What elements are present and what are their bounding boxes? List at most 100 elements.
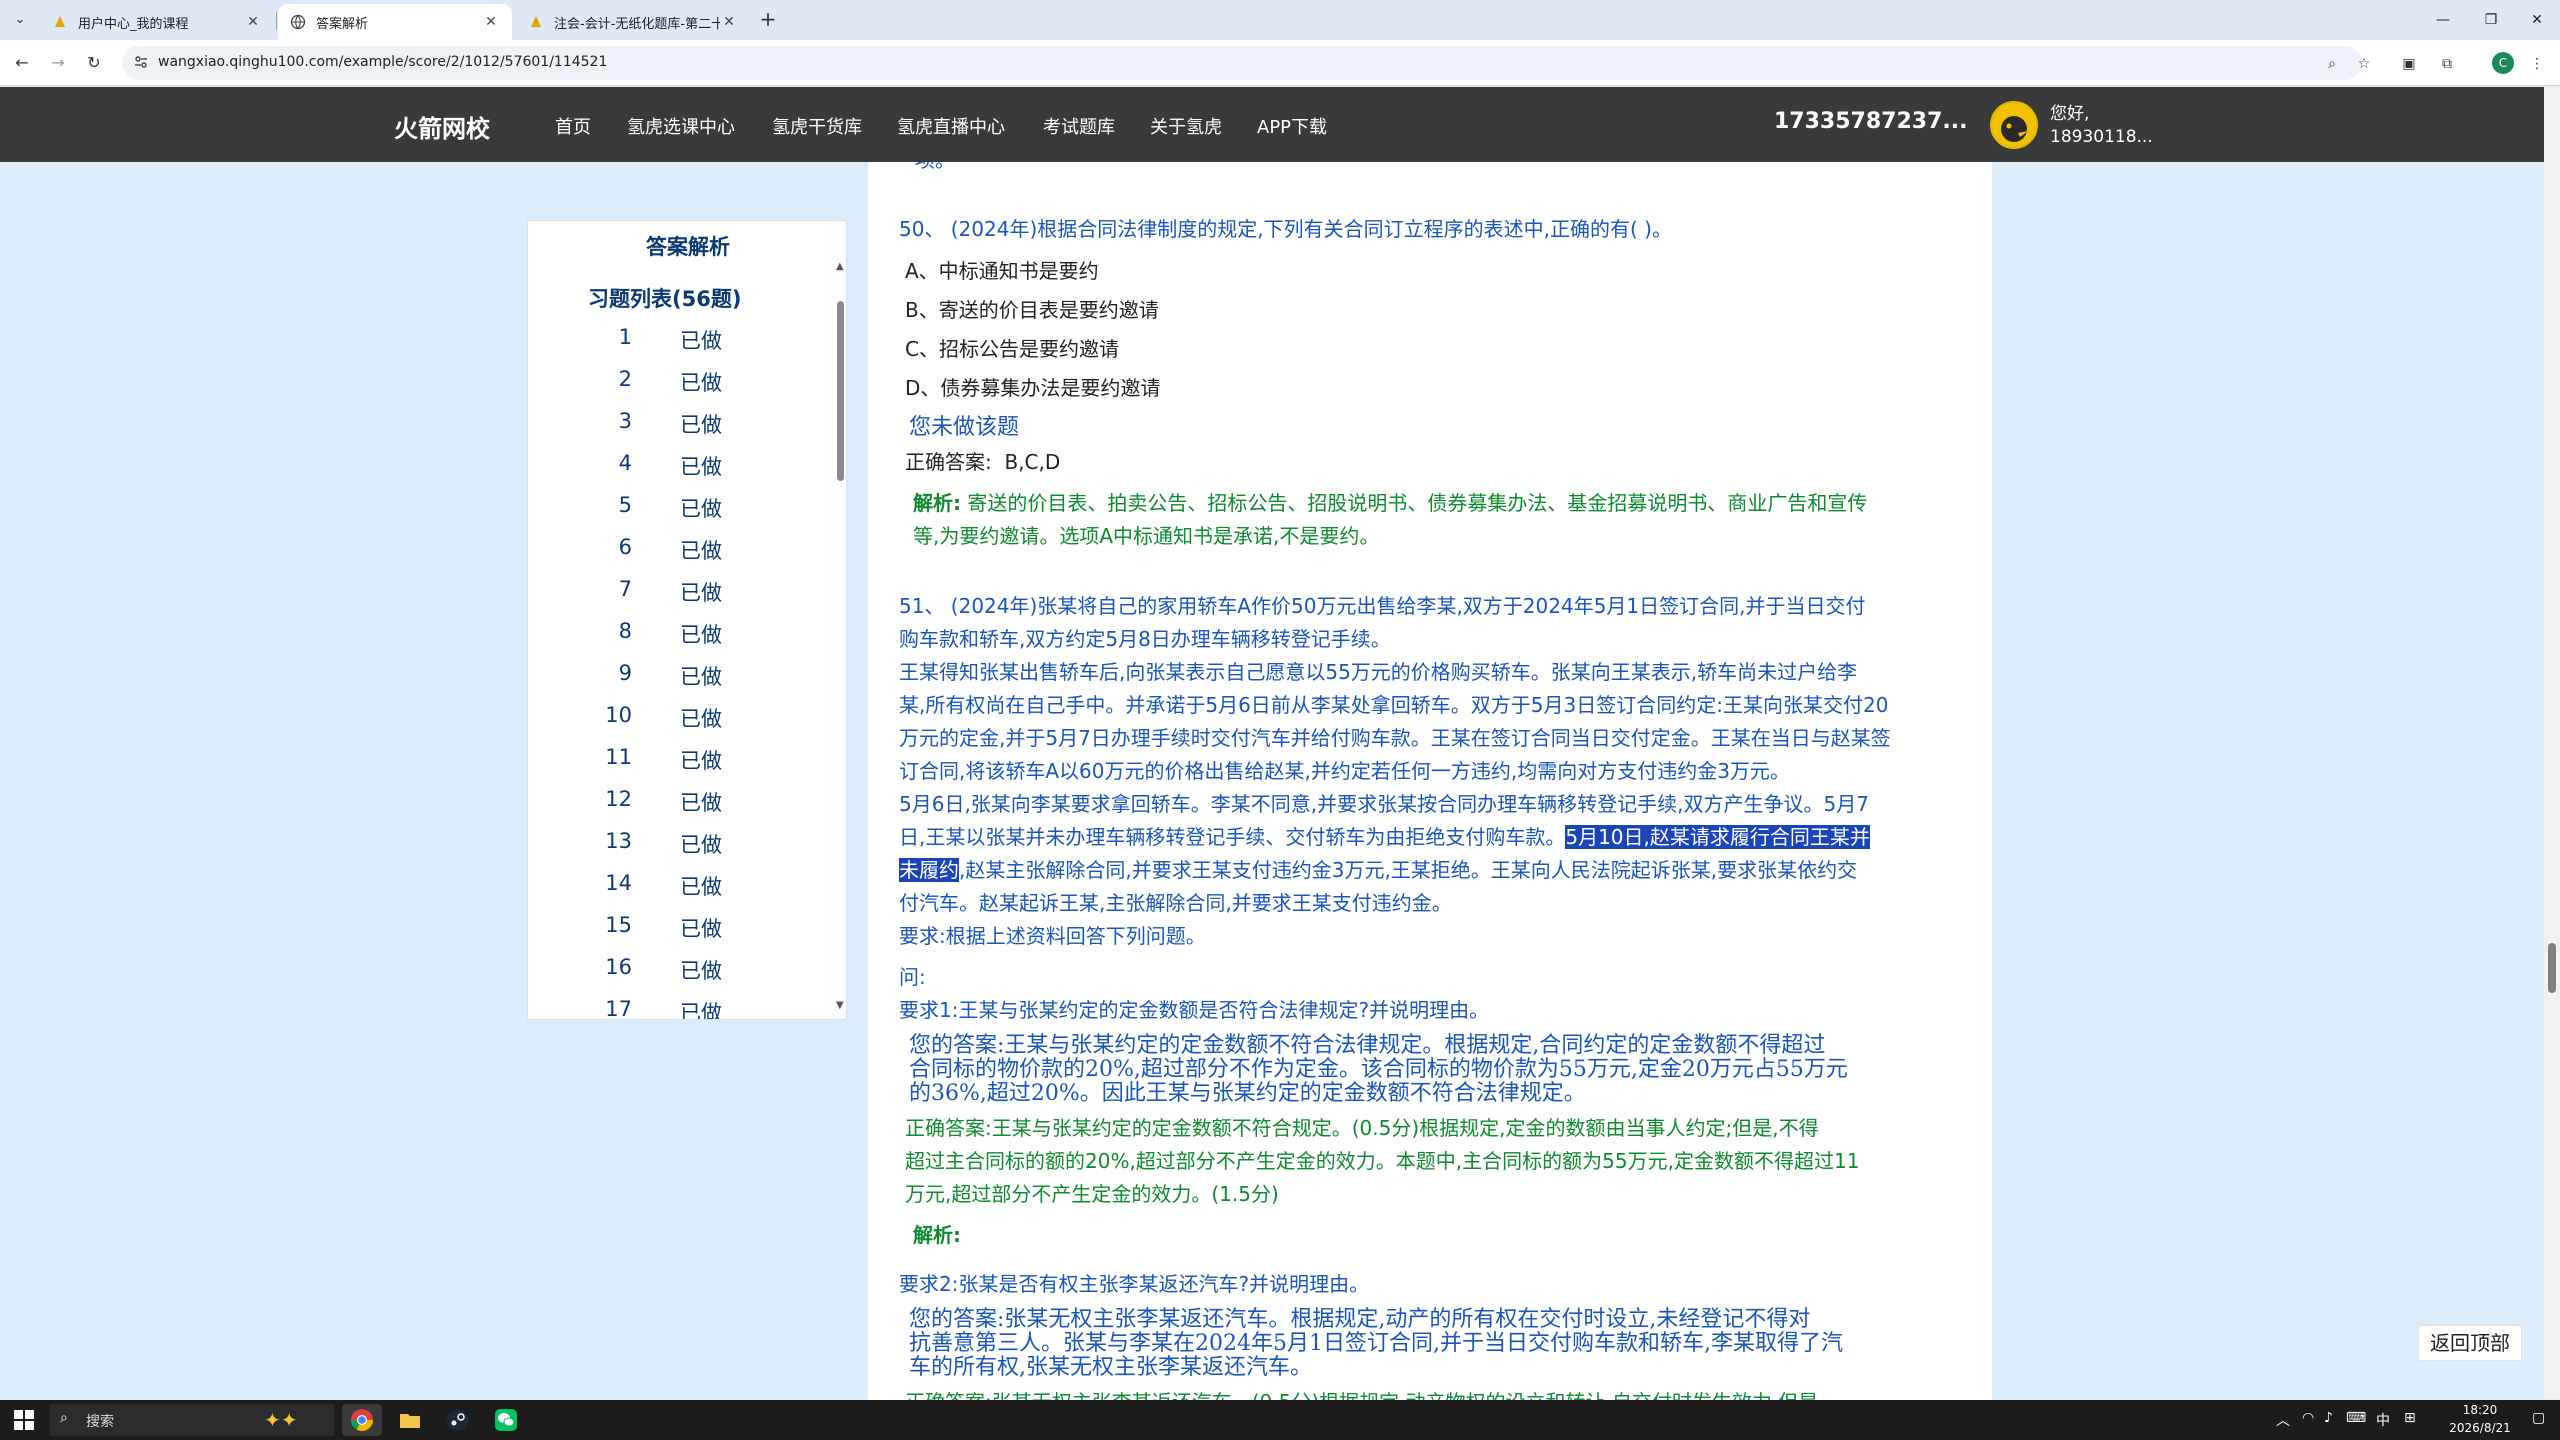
question-list-item[interactable]: 5 已做 bbox=[528, 493, 828, 535]
nav-app-download[interactable]: APP下载 bbox=[1257, 113, 1327, 139]
window-close-icon[interactable]: ✕ bbox=[2514, 0, 2560, 40]
question-list-item[interactable]: 1 已做 bbox=[528, 325, 828, 367]
question-list-item[interactable]: 17 已做 bbox=[528, 997, 828, 1019]
taskbar-file-explorer[interactable] bbox=[390, 1404, 430, 1436]
tab-answer-analysis[interactable]: 答案解析 ✕ bbox=[278, 4, 512, 40]
nav-home[interactable]: 首页 bbox=[555, 113, 591, 139]
tab-user-center[interactable]: 用户中心_我的课程 ✕ bbox=[40, 4, 274, 40]
browser-tab-bar: ⌄ 用户中心_我的课程 ✕ 答案解析 ✕ 注会-会计-无纸化题库-第二十 ✕ +… bbox=[0, 0, 2560, 40]
back-to-top-button[interactable]: 返回顶部 bbox=[2418, 1325, 2522, 1361]
scroll-down-arrow-icon[interactable]: ▼ bbox=[836, 1000, 844, 1011]
site-logo[interactable]: 火箭网校 bbox=[394, 109, 490, 144]
question-list-item[interactable]: 6 已做 bbox=[528, 535, 828, 577]
q51-material-line: 万元的定金,并于5月7日办理手续时交付汽车并给付购车款。王某在签订合同当日交付定… bbox=[899, 726, 1891, 750]
question-list-scrollbar[interactable]: ▲ ▼ bbox=[834, 261, 846, 1011]
q51-requirement: 要求:根据上述资料回答下列问题。 bbox=[899, 924, 1206, 948]
q50-analysis: 解析: 寄送的价目表、拍卖公告、招标公告、招股说明书、债券募集办法、基金招募说明… bbox=[913, 487, 1867, 520]
close-icon[interactable]: ✕ bbox=[482, 13, 500, 31]
question-list-item[interactable]: 11 已做 bbox=[528, 745, 828, 787]
forward-arrow-icon[interactable]: → bbox=[46, 51, 70, 75]
new-tab-plus-icon[interactable]: + bbox=[756, 8, 780, 32]
question-list-item[interactable]: 14 已做 bbox=[528, 871, 828, 913]
site-favicon-icon bbox=[52, 14, 68, 30]
site-header: 火箭网校 首页 氢虎选课中心 氢虎干货库 氢虎直播中心 考试题库 关于氢虎 AP… bbox=[0, 87, 2544, 162]
extensions-icon[interactable]: ⧉ bbox=[2436, 53, 2458, 75]
username[interactable]: 18930118... bbox=[2050, 127, 2153, 147]
taskbar-date[interactable]: 2026/8/21 bbox=[2440, 1421, 2520, 1435]
tab-title: 用户中心_我的课程 bbox=[78, 16, 189, 32]
tab-exam-bank[interactable]: 注会-会计-无纸化题库-第二十 ✕ bbox=[516, 4, 750, 40]
question-list-item[interactable]: 12 已做 bbox=[528, 787, 828, 829]
nav-exam-bank[interactable]: 考试题库 bbox=[1043, 113, 1115, 139]
browser-toolbar: ← → ↻ wangxiao.qinghu100.com/example/sco… bbox=[0, 40, 2560, 86]
bookmark-star-icon[interactable]: ☆ bbox=[2354, 54, 2374, 74]
question-list-item[interactable]: 2 已做 bbox=[528, 367, 828, 409]
panel-title: 答案解析 bbox=[646, 235, 730, 259]
volume-icon[interactable]: ♪ bbox=[2324, 1410, 2333, 1426]
sub2-question: 要求2:张某是否有权主张李某返还汽车?并说明理由。 bbox=[899, 1272, 1370, 1296]
nav-live-center[interactable]: 氢虎直播中心 bbox=[897, 113, 1005, 139]
question-list-item[interactable]: 8 已做 bbox=[528, 619, 828, 661]
close-icon[interactable]: ✕ bbox=[720, 13, 738, 31]
more-menu-icon[interactable]: ⋮ bbox=[2526, 53, 2548, 75]
q51-material-line: 5月6日,张某向李某要求拿回轿车。李某不同意,并要求张某按合同办理车辆移转登记手… bbox=[899, 792, 1869, 816]
steam-icon bbox=[447, 1409, 469, 1431]
search-icon: ⌕ bbox=[60, 1410, 68, 1426]
user-phone[interactable]: 17335787237... bbox=[1774, 109, 1967, 134]
user-avatar[interactable] bbox=[1990, 101, 2038, 149]
ime-indicator[interactable]: 中 bbox=[2376, 1410, 2390, 1430]
your-answer-line: 合同标的物价款的20%,超过部分不作为定金。该合同标的物价款为55万元,定金20… bbox=[909, 1057, 1848, 1082]
selected-text[interactable]: 未履约 bbox=[899, 858, 959, 882]
taskbar-time[interactable]: 18:20 bbox=[2450, 1403, 2510, 1417]
material-text: 日,王某以张某并未办理车辆移转登记手续、交付轿车为由拒绝支付购车款。 bbox=[899, 825, 1566, 849]
minimize-icon[interactable]: — bbox=[2420, 0, 2466, 40]
question-list-item[interactable]: 4 已做 bbox=[528, 451, 828, 493]
zoom-icon[interactable]: ⌕ bbox=[2322, 54, 2342, 74]
taskbar-steam[interactable] bbox=[438, 1404, 478, 1436]
q51-ask-label: 问: bbox=[899, 965, 926, 989]
selected-text[interactable]: 5月10日,赵某请求履行合同王某并 bbox=[1565, 825, 1870, 849]
tab-search-icon[interactable]: ⌄ bbox=[8, 8, 32, 32]
keyboard-icon[interactable]: ⌨ bbox=[2346, 1410, 2366, 1426]
globe-icon bbox=[290, 14, 306, 30]
question-list-item[interactable]: 13 已做 bbox=[528, 829, 828, 871]
page-scrollbar[interactable] bbox=[2544, 87, 2560, 1399]
question-51-stem: 51、 (2024年)张某将自己的家用轿车A作价50万元出售给李某,双方于202… bbox=[899, 594, 1866, 618]
address-bar[interactable]: wangxiao.qinghu100.com/example/score/2/1… bbox=[122, 46, 2370, 80]
nav-resource-library[interactable]: 氢虎干货库 bbox=[772, 113, 862, 139]
q50-option-b: B、寄送的价目表是要约邀请 bbox=[905, 298, 1159, 322]
restore-icon[interactable]: ❐ bbox=[2468, 0, 2514, 40]
windows-start-icon[interactable] bbox=[14, 1410, 34, 1430]
q51-material-line: 付汽车。赵某起诉王某,主张解除合同,并要求王某支付违约金。 bbox=[899, 891, 1452, 915]
question-list-heading: 习题列表(56题) bbox=[588, 287, 742, 311]
taskbar-chrome[interactable] bbox=[342, 1404, 382, 1436]
site-favicon-icon bbox=[528, 14, 544, 30]
question-list-scroll-thumb[interactable] bbox=[837, 301, 844, 481]
sidebar-panel-icon[interactable]: ▣ bbox=[2398, 53, 2420, 75]
profile-avatar[interactable]: C bbox=[2492, 52, 2514, 74]
reload-icon[interactable]: ↻ bbox=[82, 51, 106, 75]
q50-option-d: D、债券募集办法是要约邀请 bbox=[905, 376, 1161, 400]
taskbar-wechat[interactable] bbox=[486, 1404, 526, 1436]
question-list-item[interactable]: 15 已做 bbox=[528, 913, 828, 955]
site-info-icon[interactable] bbox=[132, 54, 150, 72]
ime-mode-icon[interactable]: ⊞ bbox=[2404, 1410, 2416, 1426]
close-icon[interactable]: ✕ bbox=[244, 13, 262, 31]
nav-course-center[interactable]: 氢虎选课中心 bbox=[627, 113, 735, 139]
scroll-up-arrow-icon[interactable]: ▲ bbox=[836, 261, 844, 272]
question-list-item[interactable]: 10 已做 bbox=[528, 703, 828, 745]
tab-divider bbox=[276, 12, 277, 30]
page-scrollbar-thumb[interactable] bbox=[2548, 943, 2556, 993]
q50-option-a: A、中标通知书是要约 bbox=[905, 259, 1099, 283]
material-text: ,赵某主张解除合同,并要求王某支付违约金3万元,王某拒绝。王某向人民法院起诉张某… bbox=[959, 858, 1858, 882]
question-list-item[interactable]: 16 已做 bbox=[528, 955, 828, 997]
back-arrow-icon[interactable]: ← bbox=[10, 51, 34, 75]
notification-icon[interactable]: ▢ bbox=[2532, 1410, 2545, 1426]
question-list-item[interactable]: 3 已做 bbox=[528, 409, 828, 451]
question-list-item[interactable]: 9 已做 bbox=[528, 661, 828, 703]
nav-about[interactable]: 关于氢虎 bbox=[1150, 113, 1222, 139]
tray-chevron-icon[interactable]: ︿ bbox=[2276, 1410, 2290, 1430]
question-list-item[interactable]: 7 已做 bbox=[528, 577, 828, 619]
taskbar-search-box[interactable]: ⌕ 搜索 ✦✦ bbox=[50, 1404, 334, 1436]
wifi-icon[interactable]: ◠ bbox=[2302, 1410, 2314, 1426]
